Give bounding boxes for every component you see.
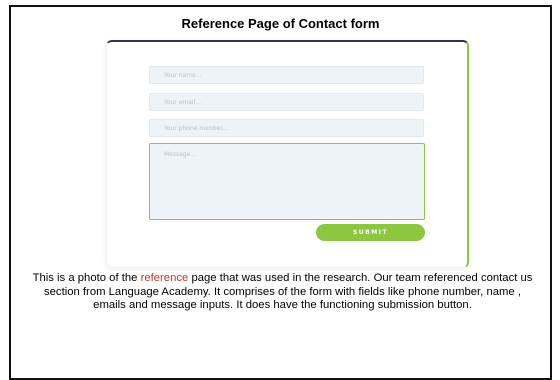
- phone-input[interactable]: Your phone number...: [149, 119, 424, 137]
- contact-form-card: Your name... Your email... Your phone nu…: [106, 40, 469, 268]
- email-input[interactable]: Your email...: [149, 93, 424, 111]
- message-textarea[interactable]: Message...: [149, 143, 425, 220]
- name-input[interactable]: Your name...: [149, 66, 424, 84]
- document-frame: Reference Page of Contact form Your name…: [9, 5, 552, 380]
- page-title: Reference Page of Contact form: [181, 16, 380, 31]
- description-caption: This is a photo of the reference page th…: [29, 272, 536, 313]
- caption-text-before: This is a photo of the: [32, 272, 141, 284]
- caption-highlight-reference: reference: [140, 272, 189, 284]
- submit-button[interactable]: SUBMIT: [316, 224, 425, 241]
